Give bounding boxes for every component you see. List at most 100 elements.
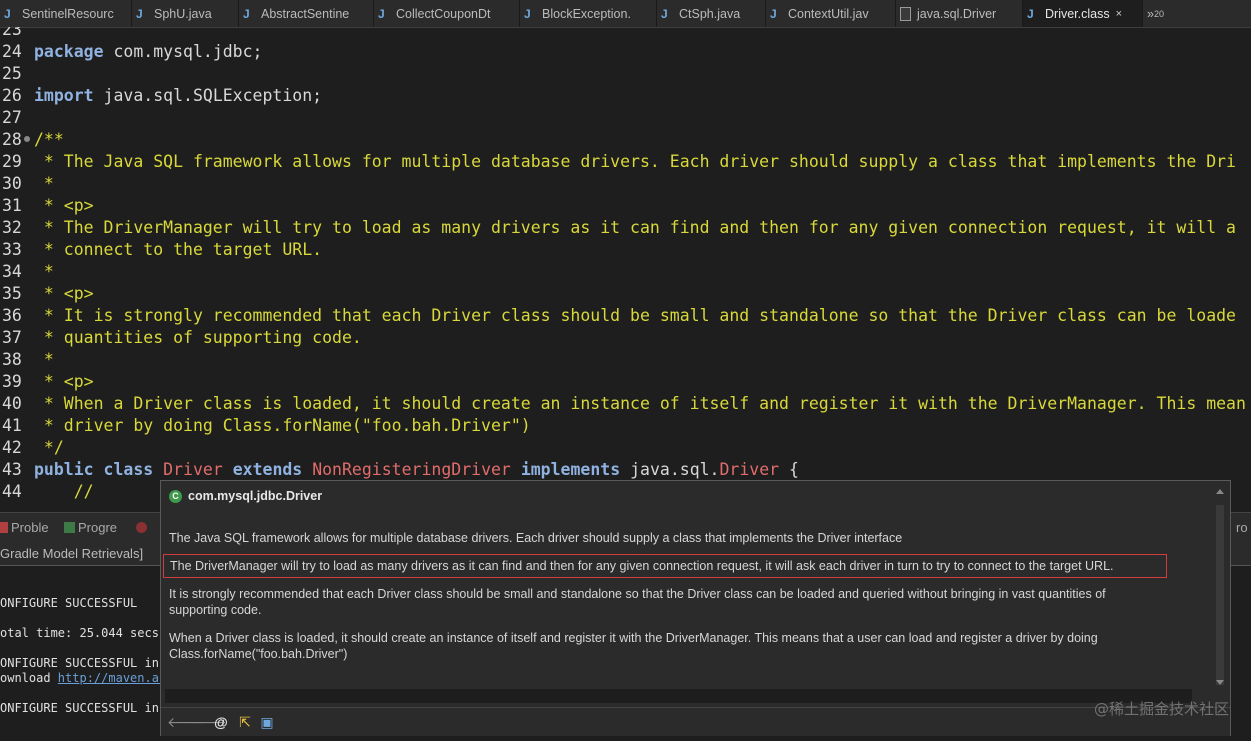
close-icon[interactable]: × (1116, 8, 1122, 20)
vertical-scrollbar[interactable] (1214, 485, 1226, 689)
console-line: ONFIGURE SUCCESSFUL in (0, 656, 159, 670)
console-line: ONFIGURE SUCCESSFUL (0, 596, 138, 610)
keyword: import (34, 86, 94, 105)
tab-collectcoupondto[interactable]: J CollectCouponDt (374, 0, 520, 27)
code-text: public class Driver extends NonRegisteri… (34, 459, 799, 481)
line-number: 41 (2, 416, 22, 435)
keyword: class (103, 460, 154, 479)
fold-toggle-icon[interactable] (24, 136, 30, 142)
code-text: * <p> (34, 284, 94, 303)
forward-arrow-icon[interactable]: 🡒 (189, 714, 227, 730)
tab-label: ContextUtil.jav (788, 6, 869, 21)
back-arrow-icon[interactable]: 🡐 (167, 714, 205, 730)
line-number: 31 (2, 196, 22, 215)
javadoc-hover-popup[interactable]: Ccom.mysql.jdbc.Driver The Java SQL fram… (160, 480, 1231, 736)
editor-tab-bar: J SentinelResourc J SphU.java J AbstractSen… (0, 0, 1251, 28)
line-number: 36 (2, 306, 22, 325)
tab-abstractsentinel[interactable]: J AbstractSentine (239, 0, 374, 27)
code-token: { (779, 460, 799, 479)
popup-toolbar: 🡐 🡒 @ ⇱ ▣ (161, 707, 1230, 736)
code-token: java.sql. (620, 460, 720, 479)
console-text: ownload (0, 671, 58, 685)
watermark: @稀土掘金技术社区 (1093, 700, 1229, 718)
open-declaration-icon[interactable]: ⇱ (237, 714, 253, 730)
keyword: implements (520, 460, 621, 479)
scrollbar-thumb[interactable] (1216, 505, 1224, 685)
code-text: * quantities of supporting code. (34, 328, 362, 347)
line-number: 43 (2, 460, 22, 479)
line-number: 45 (0, 503, 32, 505)
tab-overflow[interactable]: » 20 (1143, 0, 1251, 27)
popup-title-text: com.mysql.jdbc.Driver (188, 489, 323, 503)
line-number: 24 (2, 42, 22, 61)
line-number: 29 (2, 152, 22, 171)
class-file-icon (900, 6, 911, 21)
tab-blockexception[interactable]: J BlockException. (520, 0, 657, 27)
open-javadoc-view-icon[interactable]: ▣ (259, 714, 275, 730)
code-text: * It is strongly recommended that each D… (34, 306, 1236, 325)
doc-paragraph: The Java SQL framework allows for multip… (169, 531, 903, 545)
tab-sphu[interactable]: J SphU.java (132, 0, 239, 27)
console-line: ONFIGURE SUCCESSFUL in (0, 701, 159, 715)
keyword: public (34, 460, 94, 479)
line-number: 32 (2, 218, 22, 237)
problems-icon (0, 522, 8, 533)
stop-icon[interactable] (136, 520, 150, 535)
line-number: 44 (2, 482, 22, 501)
code-text: */ (34, 438, 64, 457)
line-number: 26 (2, 86, 22, 105)
tab-label: CollectCouponDt (396, 6, 491, 21)
code-text: /** (34, 130, 64, 149)
code-text: // (34, 482, 94, 501)
tab-label: SentinelResourc (22, 6, 114, 21)
tab-label: Proble (11, 520, 49, 535)
popup-title: Ccom.mysql.jdbc.Driver (169, 487, 322, 505)
java-file-icon: J (378, 6, 385, 21)
tab-problems[interactable]: Proble (0, 520, 49, 535)
tab-label: Driver.class (1045, 6, 1110, 21)
line-number: 39 (2, 372, 22, 391)
line-number: 34 (2, 262, 22, 281)
tab-java-sql-driver[interactable]: java.sql.Driver (896, 0, 1023, 27)
class-name[interactable]: NonRegisteringDriver (312, 460, 511, 479)
code-text: * driver by doing Class.forName("foo.bah… (34, 416, 531, 435)
code-editor[interactable]: 23 24 package com.mysql.jdbc; 25 26 import ja… (0, 27, 1251, 505)
tab-progress[interactable]: Progre (64, 520, 117, 535)
tab-sentinelresource[interactable]: J SentinelResourc (0, 0, 132, 27)
tab-contextutil[interactable]: J ContextUtil.jav (766, 0, 896, 27)
code-text: * When a Driver class is loaded, it shou… (34, 394, 1246, 413)
line-number: 33 (2, 240, 22, 259)
overflow-count: 20 (1153, 8, 1164, 19)
line-number: 25 (2, 64, 22, 83)
code-text: * (34, 262, 54, 281)
class-name[interactable]: Driver (163, 460, 223, 479)
code-text: import java.sql.SQLException; (34, 85, 322, 107)
overflow-chevron-icon: » (1147, 6, 1154, 21)
tab-label: AbstractSentine (261, 6, 350, 21)
line-number: 27 (2, 108, 22, 127)
keyword: package (34, 42, 104, 61)
code-text: * connect to the target URL. (34, 240, 323, 259)
java-file-icon: J (136, 6, 143, 21)
code-text: * (34, 174, 54, 193)
java-file-icon: J (1027, 6, 1034, 21)
open-attached-javadoc-icon[interactable]: @ (213, 714, 229, 730)
line-number: 30 (2, 174, 22, 193)
tab-label: SphU.java (154, 6, 212, 21)
java-file-icon: J (661, 6, 668, 21)
tab-label: CtSph.java (679, 6, 741, 21)
line-number: 23 (2, 27, 22, 39)
progress-icon (64, 522, 75, 533)
class-name[interactable]: Driver (720, 460, 780, 479)
tab-ctsph[interactable]: J CtSph.java (657, 0, 766, 27)
console-line: otal time: 25.044 secs (0, 626, 159, 640)
scroll-up-icon[interactable] (1216, 489, 1224, 494)
line-number: 42 (2, 438, 22, 457)
tab-driver-class[interactable]: J Driver.class × (1023, 0, 1143, 27)
horizontal-scrollbar[interactable] (165, 689, 1192, 703)
scroll-down-icon[interactable] (1216, 680, 1224, 685)
tab-label: java.sql.Driver (917, 6, 997, 21)
code-token: com.mysql.jdbc; (103, 42, 263, 61)
console-link[interactable]: http://maven.al (58, 671, 166, 685)
java-file-icon: J (524, 6, 531, 21)
